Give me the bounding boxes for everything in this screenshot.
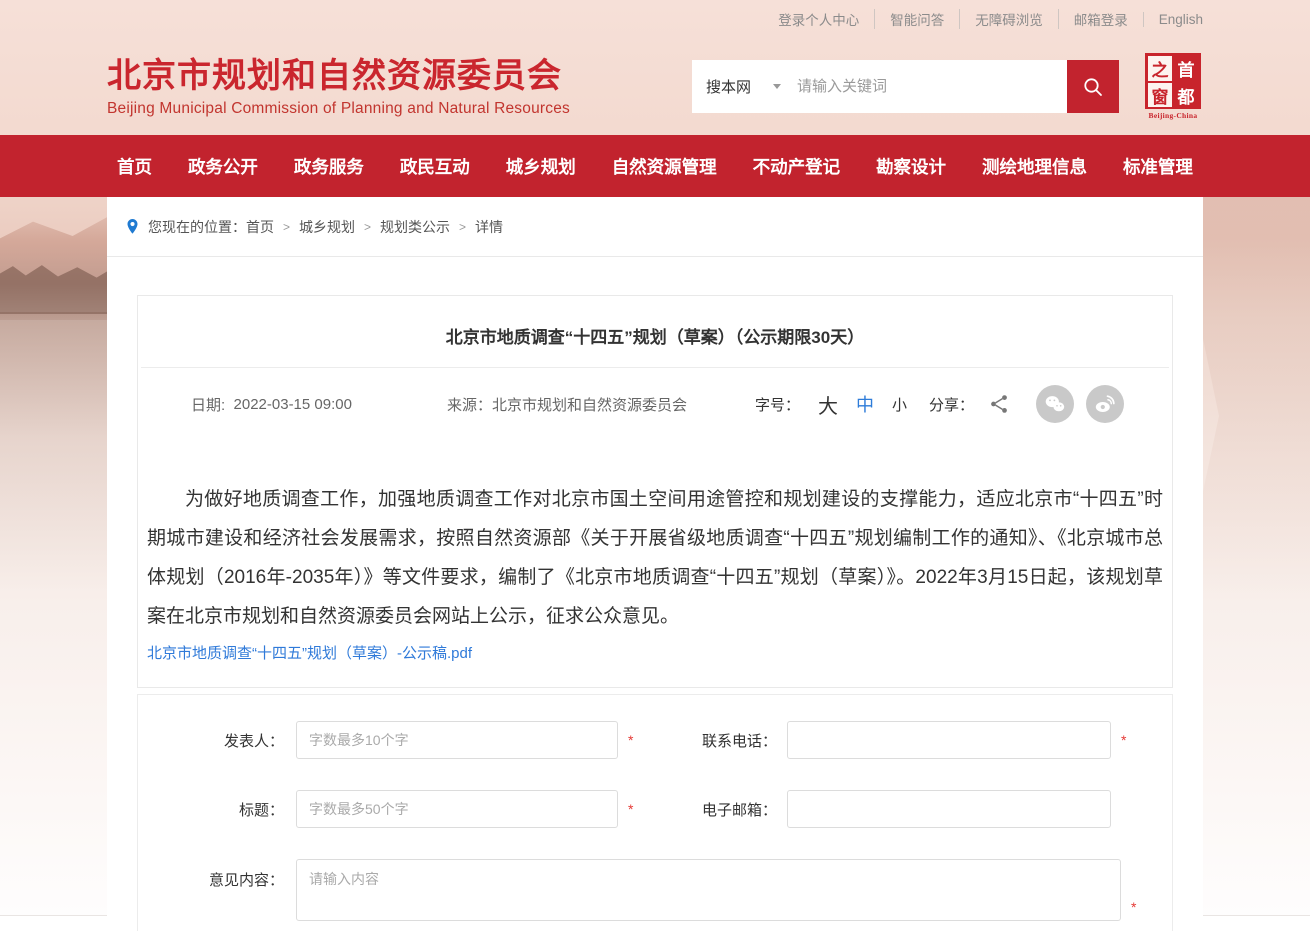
search-button[interactable] (1067, 60, 1119, 113)
comment-textarea[interactable] (296, 859, 1121, 921)
form-row: 标题： * 电子邮箱： (138, 790, 1172, 828)
article-box: 北京市地质调查“十四五”规划（草案）（公示期限30天） 日期: 2022-03-… (137, 295, 1173, 688)
nav-item-gov-disclosure[interactable]: 政务公开 (188, 154, 258, 179)
phone-label: 联系电话： (640, 730, 787, 751)
font-size-medium-button[interactable]: 中 (856, 391, 874, 417)
breadcrumb-plan-notices[interactable]: 规划类公示 (380, 217, 450, 237)
email-field[interactable] (787, 790, 1111, 828)
nav-item-real-estate-registration[interactable]: 不动产登记 (753, 154, 841, 179)
content-panel: 您现在的位置： 首页 > 城乡规划 > 规划类公示 > 详情 北京市地质调查“十… (107, 197, 1203, 931)
title-label: 标题： (139, 799, 296, 820)
nav-item-geomatics-info[interactable]: 测绘地理信息 (982, 154, 1087, 179)
site-title: 北京市规划和自然资源委员会 (107, 57, 692, 96)
seal-char: 都 (1173, 82, 1199, 109)
breadcrumb: 您现在的位置： 首页 > 城乡规划 > 规划类公示 > 详情 (107, 197, 1203, 257)
site-logo[interactable]: 北京市规划和自然资源委员会 Beijing Municipal Commissi… (107, 55, 692, 118)
breadcrumb-prefix: 您现在的位置： (148, 217, 246, 237)
comment-label: 意见内容： (139, 859, 296, 890)
phone-field[interactable] (787, 721, 1111, 759)
form-row: 发表人： * 联系电话： * (138, 721, 1172, 759)
nav-item-public-interaction[interactable]: 政民互动 (400, 154, 470, 179)
form-row: 意见内容： * (138, 859, 1172, 921)
nav-item-urban-planning[interactable]: 城乡规划 (506, 154, 576, 179)
nav-item-standards[interactable]: 标准管理 (1123, 154, 1193, 179)
site-subtitle: Beijing Municipal Commission of Planning… (107, 100, 692, 118)
seal-grid: 之 首 窗 都 (1145, 53, 1201, 109)
article-body-text: 为做好地质调查工作，加强地质调查工作对北京市国土空间用途管控和规划建设的支撑能力… (147, 480, 1163, 636)
breadcrumb-separator: > (283, 220, 290, 234)
topbar-link-english[interactable]: English (1143, 12, 1203, 27)
capital-window-seal-logo[interactable]: 之 首 窗 都 Beijing-China (1143, 53, 1203, 120)
breadcrumb-separator: > (364, 220, 371, 234)
source-label: 来源： (447, 394, 492, 415)
chevron-down-icon (773, 84, 781, 89)
utility-bar: 登录个人中心 智能问答 无障碍浏览 邮箱登录 English (0, 0, 1310, 38)
topbar-link-smart-qa[interactable]: 智能问答 (874, 9, 959, 29)
breadcrumb-current-detail: 详情 (475, 217, 503, 237)
location-pin-icon (125, 218, 140, 235)
attachment-pdf-link[interactable]: 北京市地质调查“十四五”规划（草案）-公示稿.pdf (147, 642, 472, 663)
nav-item-home[interactable]: 首页 (117, 154, 152, 179)
font-size-large-button[interactable]: 大 (818, 390, 838, 419)
share-label: 分享： (929, 394, 974, 415)
search-icon (1081, 75, 1105, 99)
seal-caption: Beijing-China (1143, 111, 1203, 120)
required-mark: * (1121, 732, 1133, 748)
publisher-label: 发表人： (139, 730, 296, 751)
seal-char: 窗 (1147, 82, 1173, 109)
required-mark: * (1131, 899, 1143, 915)
breadcrumb-home[interactable]: 首页 (246, 217, 274, 237)
search-input[interactable] (797, 60, 1067, 113)
required-mark: * (628, 801, 640, 817)
weibo-share-icon[interactable] (1086, 385, 1124, 423)
nav-item-natural-resources[interactable]: 自然资源管理 (612, 154, 717, 179)
required-mark: * (628, 732, 640, 748)
share-nodes-icon[interactable] (988, 393, 1010, 415)
search-scope-select[interactable]: 搜本网 (706, 76, 781, 97)
topbar-link-accessibility[interactable]: 无障碍浏览 (959, 9, 1058, 29)
breadcrumb-separator: > (459, 220, 466, 234)
email-label: 电子邮箱： (640, 799, 787, 820)
font-size-small-button[interactable]: 小 (892, 394, 907, 415)
topbar-link-login-center[interactable]: 登录个人中心 (763, 9, 874, 29)
search-bar: 搜本网 (692, 60, 1119, 113)
fontsize-label: 字号： (755, 394, 800, 415)
breadcrumb-urban-planning[interactable]: 城乡规划 (299, 217, 355, 237)
title-field[interactable] (296, 790, 618, 828)
article-date: 2022-03-15 09:00 (234, 396, 352, 413)
nav-item-gov-services[interactable]: 政务服务 (294, 154, 364, 179)
article-source: 北京市规划和自然资源委员会 (492, 394, 687, 415)
seal-char: 之 (1147, 55, 1173, 82)
nav-item-survey-design[interactable]: 勘察设计 (876, 154, 946, 179)
main-navigation: 首页 政务公开 政务服务 政民互动 城乡规划 自然资源管理 不动产登记 勘察设计… (0, 135, 1310, 197)
publisher-field[interactable] (296, 721, 618, 759)
article-title: 北京市地质调查“十四五”规划（草案）（公示期限30天） (141, 326, 1169, 367)
masthead: 北京市规划和自然资源委员会 Beijing Municipal Commissi… (0, 38, 1310, 135)
topbar-link-mail-login[interactable]: 邮箱登录 (1058, 9, 1143, 29)
search-scope-label: 搜本网 (706, 76, 751, 97)
seal-char: 首 (1173, 55, 1199, 82)
comment-form: 发表人： * 联系电话： * 标题： * 电子邮箱： 意见内容： * (137, 694, 1173, 931)
article-meta: 日期: 2022-03-15 09:00 来源：北京市规划和自然资源委员会 字号… (141, 368, 1169, 423)
date-label: 日期: (191, 394, 225, 415)
wechat-share-icon[interactable] (1036, 385, 1074, 423)
